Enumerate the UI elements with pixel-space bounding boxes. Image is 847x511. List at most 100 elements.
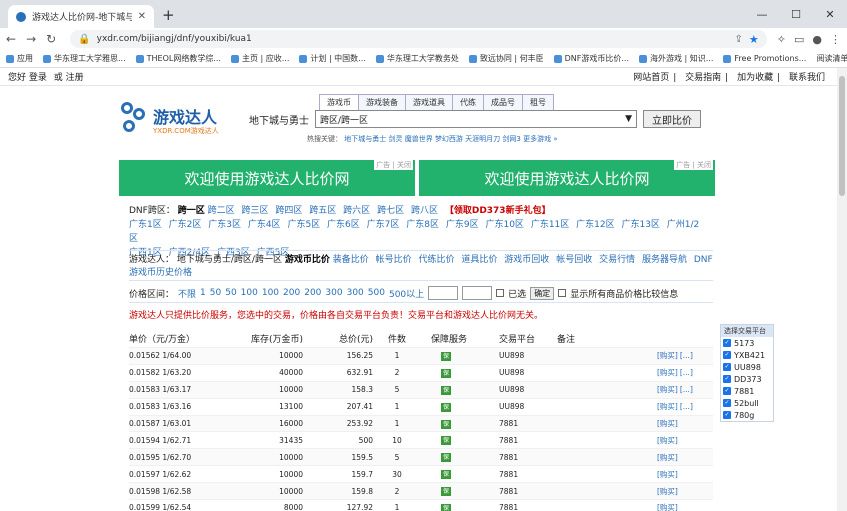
checkbox-checked-icon[interactable]: ✓ (723, 399, 731, 407)
crumb-link[interactable]: 帐号回收 (556, 255, 592, 265)
hot-link[interactable]: 天涯明月刀 (465, 135, 500, 143)
hot-link[interactable]: 地下城与勇士 (344, 135, 386, 143)
login-link[interactable]: 登录 (29, 73, 47, 83)
close-window-icon[interactable]: ✕ (813, 0, 847, 28)
col-header[interactable]: 件数 (373, 332, 421, 345)
zone-link[interactable]: 广东7区 (367, 220, 400, 230)
menu-icon[interactable]: ⋮ (830, 33, 841, 46)
checkbox-checked-icon[interactable]: ✓ (723, 363, 731, 371)
bookmark-item[interactable]: 致远协同 | 何丰臣 (468, 53, 544, 64)
more-link[interactable]: [...] (680, 385, 693, 394)
crumb-link[interactable]: 代练比价 (419, 255, 455, 265)
zone-link[interactable]: 跨四区 (275, 206, 302, 216)
crumb-link[interactable]: 道具比价 (461, 255, 497, 265)
price-option[interactable]: 300 (325, 288, 342, 298)
more-link[interactable]: [...] (680, 368, 693, 377)
new-tab-icon[interactable]: + (162, 6, 175, 24)
zone-link[interactable]: 跨八区 (411, 206, 438, 216)
site-logo[interactable]: 游戏达人 YXDR.COM游戏达人 (119, 94, 229, 154)
zone-link[interactable]: 跨二区 (208, 206, 235, 216)
extensions-icon[interactable]: ✧ (777, 33, 786, 46)
selected-checkbox[interactable] (496, 289, 505, 297)
price-option[interactable]: 不限 (178, 287, 196, 300)
tab-equipment[interactable]: 游戏装备 (358, 94, 406, 111)
page-scrollbar[interactable] (837, 68, 847, 511)
tab-gold[interactable]: 游戏币 (319, 94, 359, 111)
platform-option[interactable]: ✓ 780g (721, 409, 773, 421)
crumb-link[interactable]: 帐号比价 (376, 255, 412, 265)
compare-button[interactable]: 立即比价 (643, 110, 701, 128)
bookmark-item[interactable]: 主页 | 应收... (230, 53, 289, 64)
forward-icon[interactable]: → (26, 32, 36, 46)
zone-link[interactable]: 广东12区 (576, 220, 614, 230)
lock-icon[interactable]: 🔒 (78, 34, 90, 45)
price-option[interactable]: 1 (200, 288, 206, 298)
bookmark-item[interactable]: 华东理工大学雅思... (43, 53, 126, 64)
more-link[interactable]: [...] (680, 351, 693, 360)
col-header[interactable]: 库存(万金币) (223, 332, 313, 345)
zone-link[interactable]: 跨五区 (309, 206, 336, 216)
reload-icon[interactable]: ↻ (46, 32, 56, 46)
contact-link[interactable]: 联系我们 (789, 73, 825, 83)
zone-link[interactable]: 广东4区 (248, 220, 281, 230)
gift-link[interactable]: 【领取DD373新手礼包】 (445, 206, 551, 216)
bookmark-item[interactable]: Free Promotions... (723, 54, 806, 63)
buy-link[interactable]: [购买] (657, 503, 678, 511)
guide-link[interactable]: 交易指南 (685, 73, 721, 83)
tab-items[interactable]: 游戏道具 (405, 94, 453, 111)
tab-accounts[interactable]: 成品号 (483, 94, 523, 111)
crumb-link[interactable]: 服务器导航 (642, 255, 687, 265)
zone-link[interactable]: 广东3区 (208, 220, 241, 230)
reading-list[interactable]: 阅读清单 (816, 53, 847, 64)
zone-link[interactable]: 广东8区 (406, 220, 439, 230)
zone-link[interactable]: 跨三区 (242, 206, 269, 216)
price-option[interactable]: 500 (368, 288, 385, 298)
checkbox-checked-icon[interactable]: ✓ (723, 375, 731, 383)
price-option[interactable]: 100 (241, 288, 258, 298)
url-text[interactable]: yxdr.com/bijiangj/dnf/youxibi/kua1 (97, 34, 729, 44)
bookmark-item[interactable]: 华东理工大学教务处 (375, 53, 459, 64)
bookmark-item[interactable]: DNF游戏币比价... (553, 53, 629, 64)
platform-option[interactable]: ✓ 52bull (721, 397, 773, 409)
buy-link[interactable]: [购买] (657, 470, 678, 479)
buy-link[interactable]: [购买] (657, 453, 678, 462)
zone-link[interactable]: 广东9区 (446, 220, 479, 230)
price-min-input[interactable] (428, 286, 459, 300)
price-option[interactable]: 50 (210, 288, 221, 298)
zone-link[interactable]: 广东2区 (169, 220, 202, 230)
buy-link[interactable]: [购买] (657, 436, 678, 445)
buy-link[interactable]: [购买] (657, 402, 678, 411)
hot-link[interactable]: 剑网3 (502, 135, 520, 143)
platform-option[interactable]: ✓ YXB421 (721, 349, 773, 361)
confirm-button[interactable]: 确定 (530, 286, 555, 300)
back-icon[interactable]: ← (6, 32, 16, 46)
checkbox-checked-icon[interactable]: ✓ (723, 339, 731, 347)
checkbox-checked-icon[interactable]: ✓ (723, 387, 731, 395)
price-max-input[interactable] (462, 286, 493, 300)
zone-link[interactable]: 广东10区 (485, 220, 523, 230)
col-header[interactable]: 总价(元) (313, 332, 373, 345)
register-link[interactable]: 注册 (66, 73, 84, 83)
zone-link[interactable]: 广东11区 (531, 220, 569, 230)
hot-link[interactable]: 梦幻西游 (435, 135, 463, 143)
minimize-icon[interactable]: — (745, 0, 779, 28)
hot-link[interactable]: 魔兽世界 (405, 135, 433, 143)
zone-link[interactable]: 广东5区 (287, 220, 320, 230)
zone-link[interactable]: 广东1区 (129, 220, 162, 230)
platform-option[interactable]: ✓ 5173 (721, 337, 773, 349)
server-select[interactable]: 跨区/跨一区 ▼ (315, 110, 637, 128)
ad-label[interactable]: 广告 | 关闭 (374, 160, 413, 170)
hot-link[interactable]: 剑灵 (388, 135, 402, 143)
platform-option[interactable]: ✓ UU898 (721, 361, 773, 373)
bookmark-item[interactable]: THEOL网络教学综... (135, 53, 221, 64)
welcome-banner[interactable]: 欢迎使用游戏达人比价网 广告 | 关闭 (419, 160, 715, 196)
favorite-link[interactable]: 加为收藏 (737, 73, 773, 83)
tab-leveling[interactable]: 代练 (452, 94, 484, 111)
price-option[interactable]: 100 (262, 288, 279, 298)
browser-tab[interactable]: 游戏达人比价网-地下城与勇士DNF ✕ (8, 5, 154, 28)
zone-link[interactable]: 广东6区 (327, 220, 360, 230)
home-link[interactable]: 网站首页 (633, 73, 669, 83)
bookmark-item[interactable]: 计划 | 中国数... (299, 53, 366, 64)
more-games-link[interactable]: 更多游戏 » (523, 135, 558, 143)
more-link[interactable]: [...] (680, 402, 693, 411)
